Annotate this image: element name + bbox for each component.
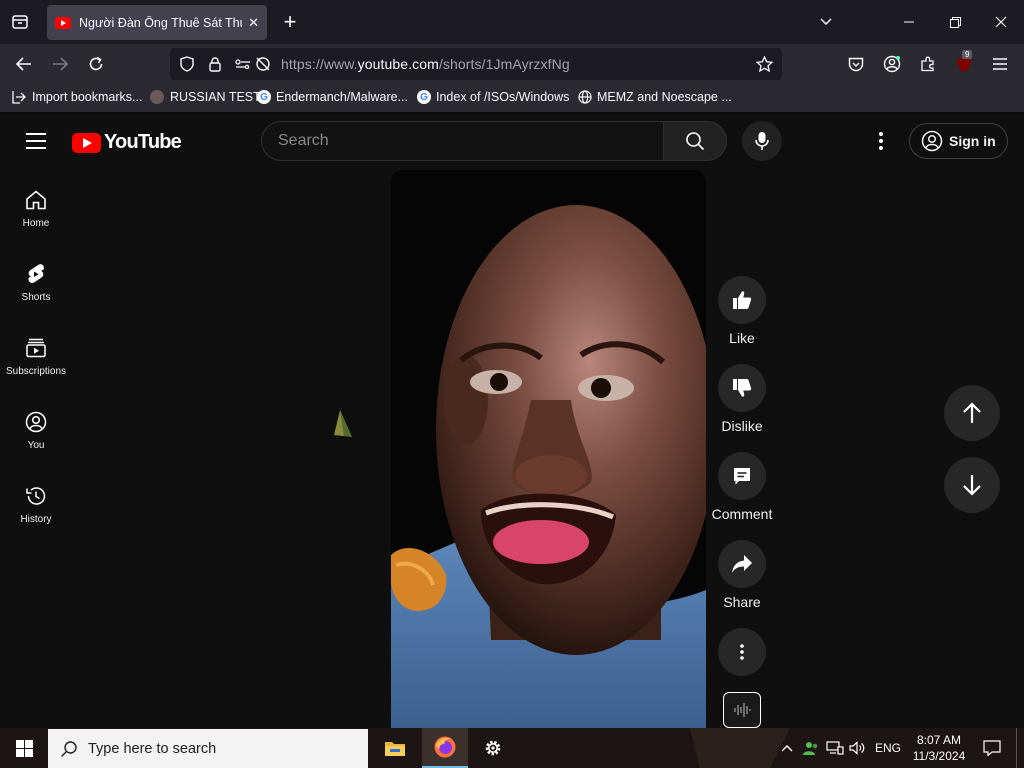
new-tab-button[interactable]: + [278, 9, 302, 34]
dislike-button[interactable]: Dislike [710, 364, 774, 434]
arrow-up-icon [963, 402, 981, 423]
gear-icon [485, 740, 501, 756]
back-arrow-icon[interactable] [12, 52, 36, 76]
bookmark-isos-windows[interactable]: G Index of /ISOs/Windows [417, 90, 569, 104]
search-icon [686, 132, 705, 151]
firefox-taskbar-icon[interactable] [422, 728, 468, 768]
bookmark-endermanch[interactable]: G Endermanch/Malware... [257, 90, 408, 104]
close-tab-icon[interactable]: ✕ [248, 15, 259, 31]
list-tabs-icon[interactable] [814, 10, 838, 34]
show-hidden-icons-chevron-icon[interactable] [776, 728, 798, 768]
volume-tray-icon[interactable] [847, 728, 869, 768]
tab-title: Người Đàn Ông Thuê Sát Thủ H [79, 15, 243, 30]
restore-window-icon[interactable] [943, 10, 967, 34]
thumbs-up-icon [733, 291, 752, 309]
search-box[interactable] [261, 121, 664, 161]
arrow-down-icon [963, 475, 981, 496]
extensions-puzzle-icon[interactable] [916, 52, 940, 76]
share-icon [732, 555, 752, 573]
clock-time: 8:07 AM [916, 733, 962, 747]
forward-arrow-icon[interactable] [48, 52, 72, 76]
shield-icon[interactable] [178, 55, 196, 73]
google-icon: G [257, 90, 271, 104]
more-actions-button[interactable] [710, 628, 774, 682]
you-icon [25, 411, 47, 433]
start-button[interactable] [0, 728, 48, 768]
home-icon [26, 190, 46, 210]
sign-in-button[interactable]: Sign in [909, 123, 1008, 159]
sidebar-item-home[interactable]: Home [0, 188, 72, 229]
import-icon [12, 91, 26, 104]
remix-audio-button[interactable] [723, 692, 761, 728]
sidebar-item-history[interactable]: History [0, 484, 72, 525]
extension-badge: 9 [962, 50, 973, 59]
windows-logo-icon [15, 739, 33, 757]
microphone-icon [755, 132, 769, 150]
bookmark-import[interactable]: Import bookmarks... [12, 90, 142, 104]
google-icon: G [417, 90, 431, 104]
audio-waveform-icon [734, 703, 751, 717]
tracking-blocked-icon[interactable] [254, 55, 272, 73]
cursor-artifact-icon [332, 409, 354, 444]
globe-icon [578, 90, 592, 104]
language-indicator[interactable]: ENG [872, 728, 904, 768]
url-text[interactable]: https://www.youtube.com/shorts/1JmAyrzxf… [281, 56, 570, 72]
more-vertical-icon [740, 644, 744, 660]
pocket-icon[interactable] [844, 52, 868, 76]
previous-short-button[interactable] [944, 385, 1000, 441]
search-icon [61, 740, 77, 757]
people-tray-icon[interactable] [800, 728, 822, 768]
taskbar-search-box[interactable]: Type here to search [48, 729, 368, 768]
tab-overview-icon[interactable] [8, 11, 32, 33]
network-tray-icon[interactable] [824, 728, 846, 768]
search-button[interactable] [663, 121, 727, 161]
clock[interactable]: 8:07 AM 11/3/2024 [906, 728, 972, 768]
video-frame-image [391, 170, 706, 730]
youtube-favicon-icon [55, 16, 71, 29]
ublock-origin-icon[interactable]: 9 [952, 50, 976, 76]
account-circle-icon [921, 130, 943, 152]
next-short-button[interactable] [944, 457, 1000, 513]
tab-active-youtube[interactable]: Người Đàn Ông Thuê Sát Thủ H ✕ [47, 5, 267, 40]
reload-icon[interactable] [84, 52, 108, 76]
comment-icon [734, 468, 750, 485]
guide-menu-icon[interactable] [26, 133, 46, 149]
bookmark-memz[interactable]: MEMZ and Noescape ... [578, 90, 732, 104]
bookmark-russian-test[interactable]: RUSSIAN TEST [150, 90, 261, 104]
account-icon[interactable] [880, 52, 904, 76]
subscriptions-icon [26, 338, 46, 358]
like-button[interactable]: Like [710, 276, 774, 346]
close-window-icon[interactable] [989, 10, 1013, 34]
lock-icon[interactable] [206, 55, 224, 73]
youtube-logo[interactable]: YouTube [72, 131, 182, 154]
comment-button[interactable]: Comment [710, 452, 774, 522]
browser-tab-bar: Người Đàn Ông Thuê Sát Thủ H ✕ + [0, 0, 1024, 44]
site-favicon-icon [150, 90, 164, 104]
shorts-video-player[interactable] [391, 170, 706, 730]
bookmark-star-icon[interactable] [754, 54, 774, 74]
settings-taskbar-icon[interactable] [474, 728, 512, 768]
url-bar[interactable]: https://www.youtube.com/shorts/1JmAyrzxf… [170, 48, 782, 80]
search-input[interactable] [278, 132, 664, 150]
shorts-icon [28, 264, 44, 284]
show-desktop-button[interactable] [1016, 728, 1024, 768]
clock-date: 11/3/2024 [912, 749, 966, 763]
notifications-icon[interactable] [978, 728, 1006, 768]
voice-search-button[interactable] [742, 121, 782, 161]
youtube-play-icon [72, 132, 101, 153]
share-button[interactable]: Share [710, 540, 774, 610]
sidebar-item-shorts[interactable]: Shorts [0, 262, 72, 303]
thumbs-down-icon [733, 379, 752, 397]
history-icon [26, 487, 46, 505]
minimize-window-icon[interactable] [897, 10, 921, 34]
sidebar-item-subscriptions[interactable]: Subscriptions [0, 336, 72, 377]
app-menu-icon[interactable] [988, 52, 1012, 76]
settings-more-icon[interactable] [866, 126, 896, 156]
file-explorer-taskbar-icon[interactable] [376, 728, 414, 768]
permissions-icon[interactable] [233, 55, 253, 73]
sidebar-item-you[interactable]: You [0, 410, 72, 451]
